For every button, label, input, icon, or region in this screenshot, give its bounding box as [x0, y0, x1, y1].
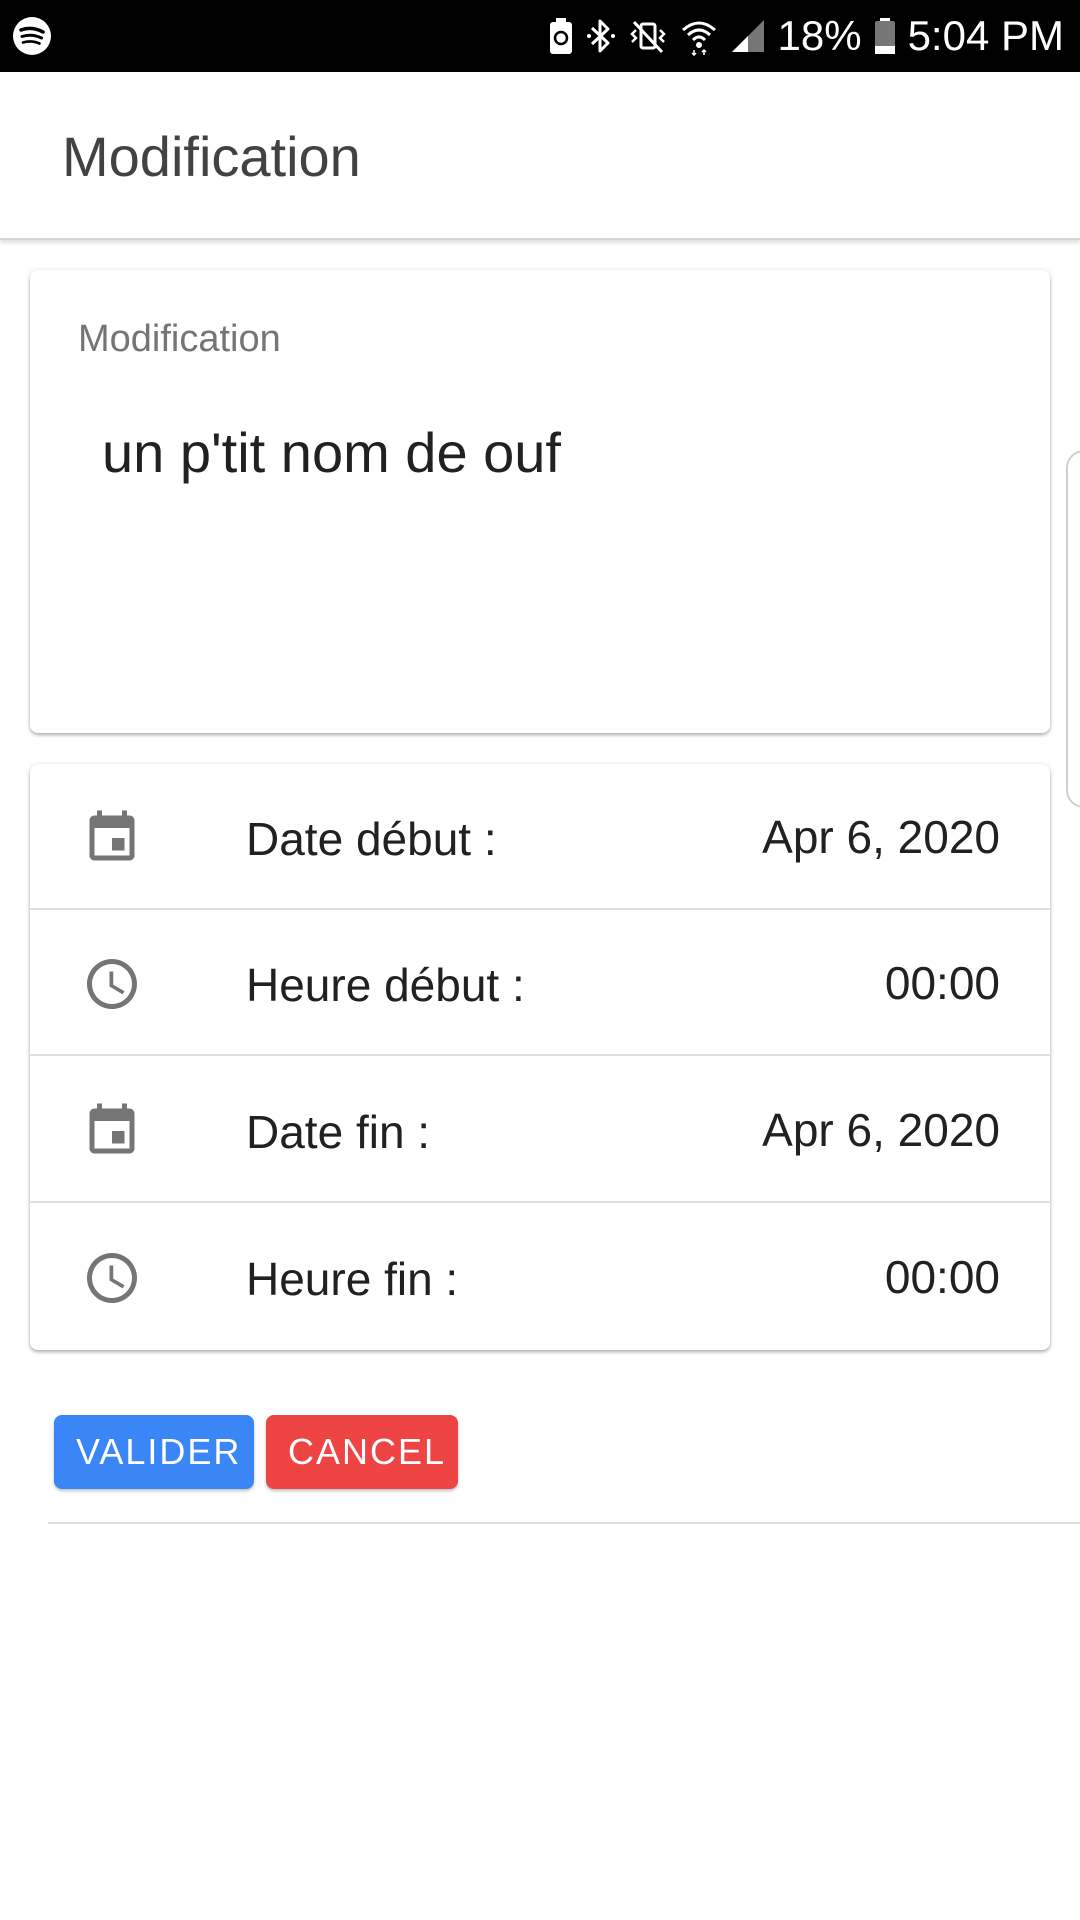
start-date-row[interactable]: Date début : Apr 6, 2020 — [30, 764, 1050, 910]
end-time-value[interactable]: 00:00 — [885, 1250, 1000, 1304]
vibrate-mute-icon — [628, 16, 668, 56]
end-date-value[interactable]: Apr 6, 2020 — [762, 1103, 1000, 1157]
calendar-icon — [82, 808, 142, 868]
start-time-label: Heure début : — [246, 959, 525, 1011]
side-panel-edge[interactable] — [1066, 450, 1080, 808]
end-time-label: Heure fin : — [246, 1253, 459, 1305]
validate-button[interactable]: VALIDER — [54, 1415, 254, 1489]
clock-time: 5:04 PM — [907, 12, 1064, 59]
start-time-row[interactable]: Heure début : 00:00 — [30, 910, 1050, 1056]
battery-percent: 18% — [777, 12, 862, 59]
name-field-label: Modification — [78, 318, 281, 360]
end-time-row[interactable]: Heure fin : 00:00 — [30, 1204, 1050, 1350]
divider — [30, 1201, 1050, 1203]
end-date-row[interactable]: Date fin : Apr 6, 2020 — [30, 1057, 1050, 1203]
status-icons: 18% 5:04 PM — [548, 0, 1064, 72]
battery-icon — [874, 16, 896, 56]
battery-saver-icon — [548, 16, 574, 56]
page-title: Modification — [62, 125, 361, 188]
name-field-card[interactable]: Modification un p'tit nom de ouf — [30, 270, 1050, 733]
spotify-icon — [12, 16, 52, 56]
cancel-button[interactable]: CANCEL — [266, 1415, 458, 1489]
wifi-icon — [680, 16, 718, 56]
start-time-value[interactable]: 00:00 — [885, 956, 1000, 1010]
end-date-label: Date fin : — [246, 1106, 431, 1158]
clock-icon — [82, 1248, 142, 1308]
cell-signal-icon — [730, 16, 766, 56]
start-date-value[interactable]: Apr 6, 2020 — [762, 810, 1000, 864]
start-date-label: Date début : — [246, 813, 497, 865]
name-input[interactable]: un p'tit nom de ouf — [102, 420, 561, 485]
clock-icon — [82, 954, 142, 1014]
bottom-divider — [48, 1522, 1080, 1524]
app-bar: Modification — [0, 72, 1080, 240]
schedule-card: Date début : Apr 6, 2020 Heure début : 0… — [30, 764, 1050, 1350]
bluetooth-icon — [586, 16, 616, 56]
divider — [30, 1054, 1050, 1056]
status-bar: 18% 5:04 PM — [0, 0, 1080, 72]
calendar-icon — [82, 1101, 142, 1161]
